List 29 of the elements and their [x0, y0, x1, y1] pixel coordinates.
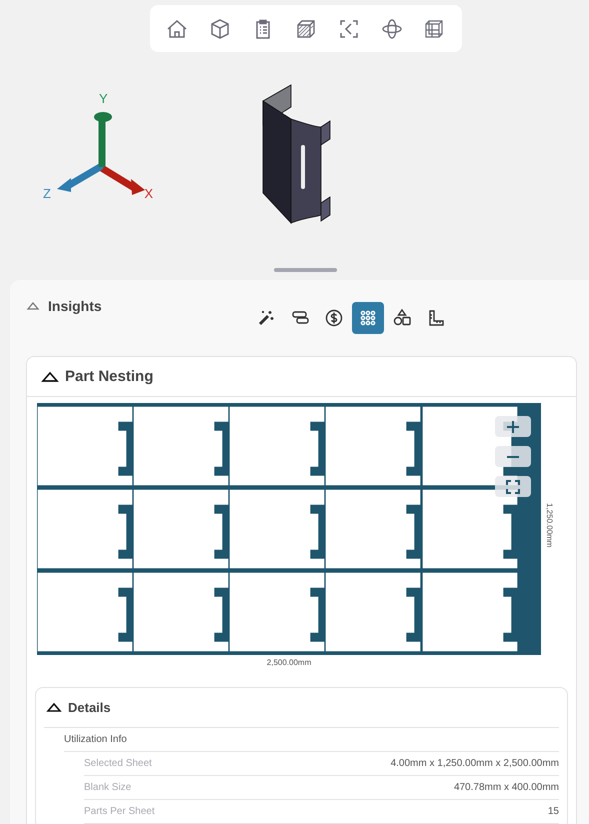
field-label: Selected Sheet	[84, 758, 152, 769]
collapse-icon	[41, 370, 59, 382]
dot-grid-icon	[358, 308, 378, 328]
details-header[interactable]: Details	[44, 688, 559, 728]
field-value: 15	[548, 806, 559, 817]
insights-header[interactable]: Insights	[26, 298, 102, 314]
axis-label: Z	[43, 186, 51, 201]
axis-label: Y	[99, 91, 108, 106]
field-label: Parts Per Sheet	[84, 806, 155, 817]
plus-icon	[506, 420, 520, 434]
drag-handle[interactable]	[274, 268, 337, 272]
field-label: Blank Size	[84, 782, 132, 793]
axis-label: X	[144, 186, 153, 201]
field-value: 4.00mm x 1,250.00mm x 2,500.00mm	[390, 758, 559, 769]
minus-icon	[506, 456, 520, 458]
dimension-label: 1,250.00mm	[545, 503, 554, 548]
group-label: Utilization Info	[64, 728, 559, 752]
part-nesting-header[interactable]: Part Nesting	[27, 357, 576, 397]
dimension-label: 2,500.00mm	[266, 658, 312, 667]
collapse-icon	[26, 301, 40, 311]
collapse-icon	[46, 702, 62, 713]
shapes-icon	[392, 308, 412, 328]
magic-wand-icon	[256, 308, 276, 328]
zoom-out-button[interactable]	[495, 446, 531, 467]
fullscreen-icon	[506, 480, 520, 494]
dollar-icon	[324, 308, 344, 328]
zoom-in-button[interactable]	[495, 416, 531, 437]
fit-view-button[interactable]	[495, 476, 531, 497]
field-value: 470.78mm x 400.00mm	[454, 782, 559, 793]
